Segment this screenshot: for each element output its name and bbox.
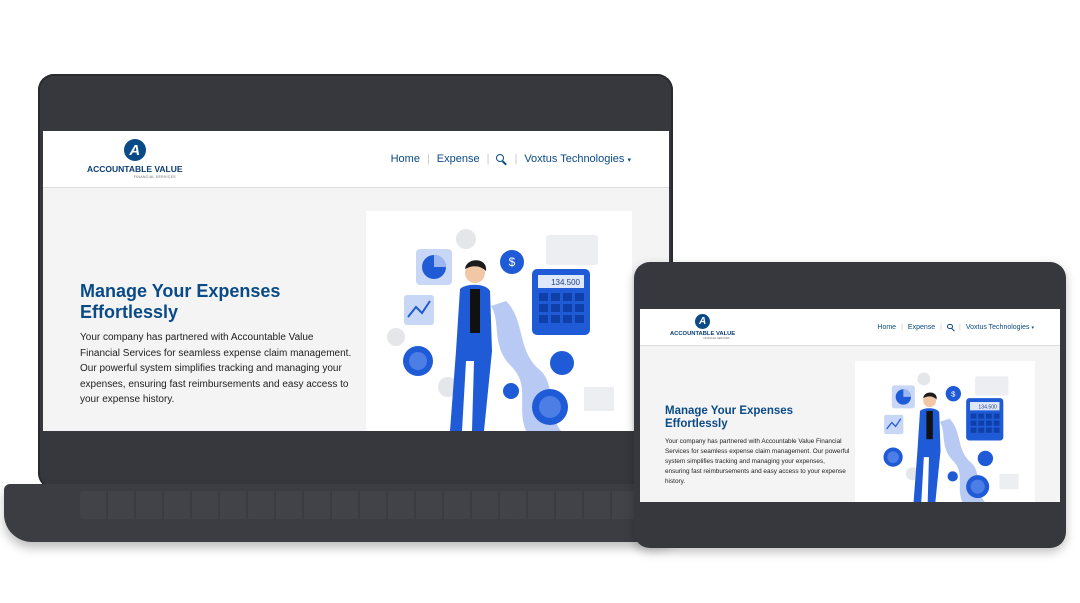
svg-text:$: $ bbox=[951, 389, 956, 398]
laptop-keyboard bbox=[80, 491, 640, 519]
nav-divider: | bbox=[426, 153, 430, 165]
expense-illustration-graphic: $ 134.500 bbox=[387, 229, 614, 431]
tablet-expense-illustration-graphic: $ 134.500 bbox=[883, 372, 1019, 502]
brand-logo[interactable]: A ACCOUNTABLE VALUE FINANCIAL SERVICES bbox=[87, 139, 183, 179]
nav-divider: | bbox=[940, 323, 942, 331]
tablet-hero-title: Manage Your Expenses Effortlessly bbox=[665, 405, 794, 430]
tablet-nav-expense[interactable]: Expense bbox=[908, 324, 935, 331]
caret-down-icon: ▾ bbox=[1031, 324, 1034, 331]
tablet-logo-mark-icon: A bbox=[695, 314, 711, 329]
svg-text:$: $ bbox=[509, 255, 516, 269]
nav-divider: | bbox=[514, 153, 518, 165]
coin-blue-2 bbox=[550, 351, 574, 375]
nav-divider: | bbox=[901, 323, 903, 331]
tablet-header: A ACCOUNTABLE VALUE FINANCIAL SERVICES H… bbox=[640, 309, 1060, 346]
tablet-hero-description: Your company has partnered with Accounta… bbox=[665, 438, 850, 485]
main-nav: Home | Expense | .laptop-screen .search-… bbox=[391, 153, 631, 165]
caret-down-icon: ▾ bbox=[627, 157, 631, 164]
tablet-nav-company-label: Voxtus Technologies bbox=[965, 323, 1030, 331]
nav-company-label: Voxtus Technologies bbox=[524, 153, 625, 165]
tablet-nav-company-dropdown[interactable]: Voxtus Technologies ▾ bbox=[966, 324, 1034, 331]
tablet-hero-illustration: $ 134.500 bbox=[855, 361, 1035, 502]
hero-illustration: $ 134.500 bbox=[366, 211, 632, 431]
logo-mark-icon: A bbox=[123, 139, 146, 161]
coin-blue-4 bbox=[503, 383, 519, 399]
nav-divider: | bbox=[959, 323, 961, 331]
bank-icon bbox=[584, 387, 614, 411]
card-shape bbox=[546, 235, 598, 265]
laptop-screen: A ACCOUNTABLE VALUE FINANCIAL SERVICES H… bbox=[43, 131, 669, 431]
nav-home[interactable]: Home bbox=[391, 153, 420, 165]
nav-company-dropdown[interactable]: Voxtus Technologies ▾ bbox=[524, 153, 631, 165]
coin-grey-3 bbox=[387, 328, 405, 346]
tablet-search-icon[interactable]: .tablet-screen .search-icon:before{width… bbox=[947, 323, 954, 331]
nav-divider: | bbox=[486, 153, 490, 165]
svg-text:134.500: 134.500 bbox=[978, 404, 997, 410]
tablet-main-nav: Home | Expense | .tablet-screen .search-… bbox=[877, 323, 1034, 331]
tablet-brand-logo[interactable]: A ACCOUNTABLE VALUE FINANCIAL SERVICES bbox=[670, 314, 735, 340]
hero-description: Your company has partnered with Accounta… bbox=[80, 332, 352, 405]
nav-expense[interactable]: Expense bbox=[437, 153, 480, 165]
coin-grey bbox=[456, 229, 476, 249]
brand-name: ACCOUNTABLE VALUE bbox=[87, 164, 183, 174]
hero-title: Manage Your Expenses Effortlessly bbox=[80, 281, 281, 322]
tablet-brand-tagline: FINANCIAL SERVICES bbox=[703, 337, 730, 340]
tablet-nav-home[interactable]: Home bbox=[877, 324, 896, 331]
tablet-screen: A ACCOUNTABLE VALUE FINANCIAL SERVICES H… bbox=[640, 309, 1060, 502]
brand-tagline: FINANCIAL SERVICES bbox=[133, 175, 176, 179]
search-icon[interactable]: .laptop-screen .search-icon:before{width… bbox=[496, 153, 507, 165]
calculator-display: 134.500 bbox=[551, 278, 580, 287]
header: A ACCOUNTABLE VALUE FINANCIAL SERVICES H… bbox=[43, 131, 669, 188]
